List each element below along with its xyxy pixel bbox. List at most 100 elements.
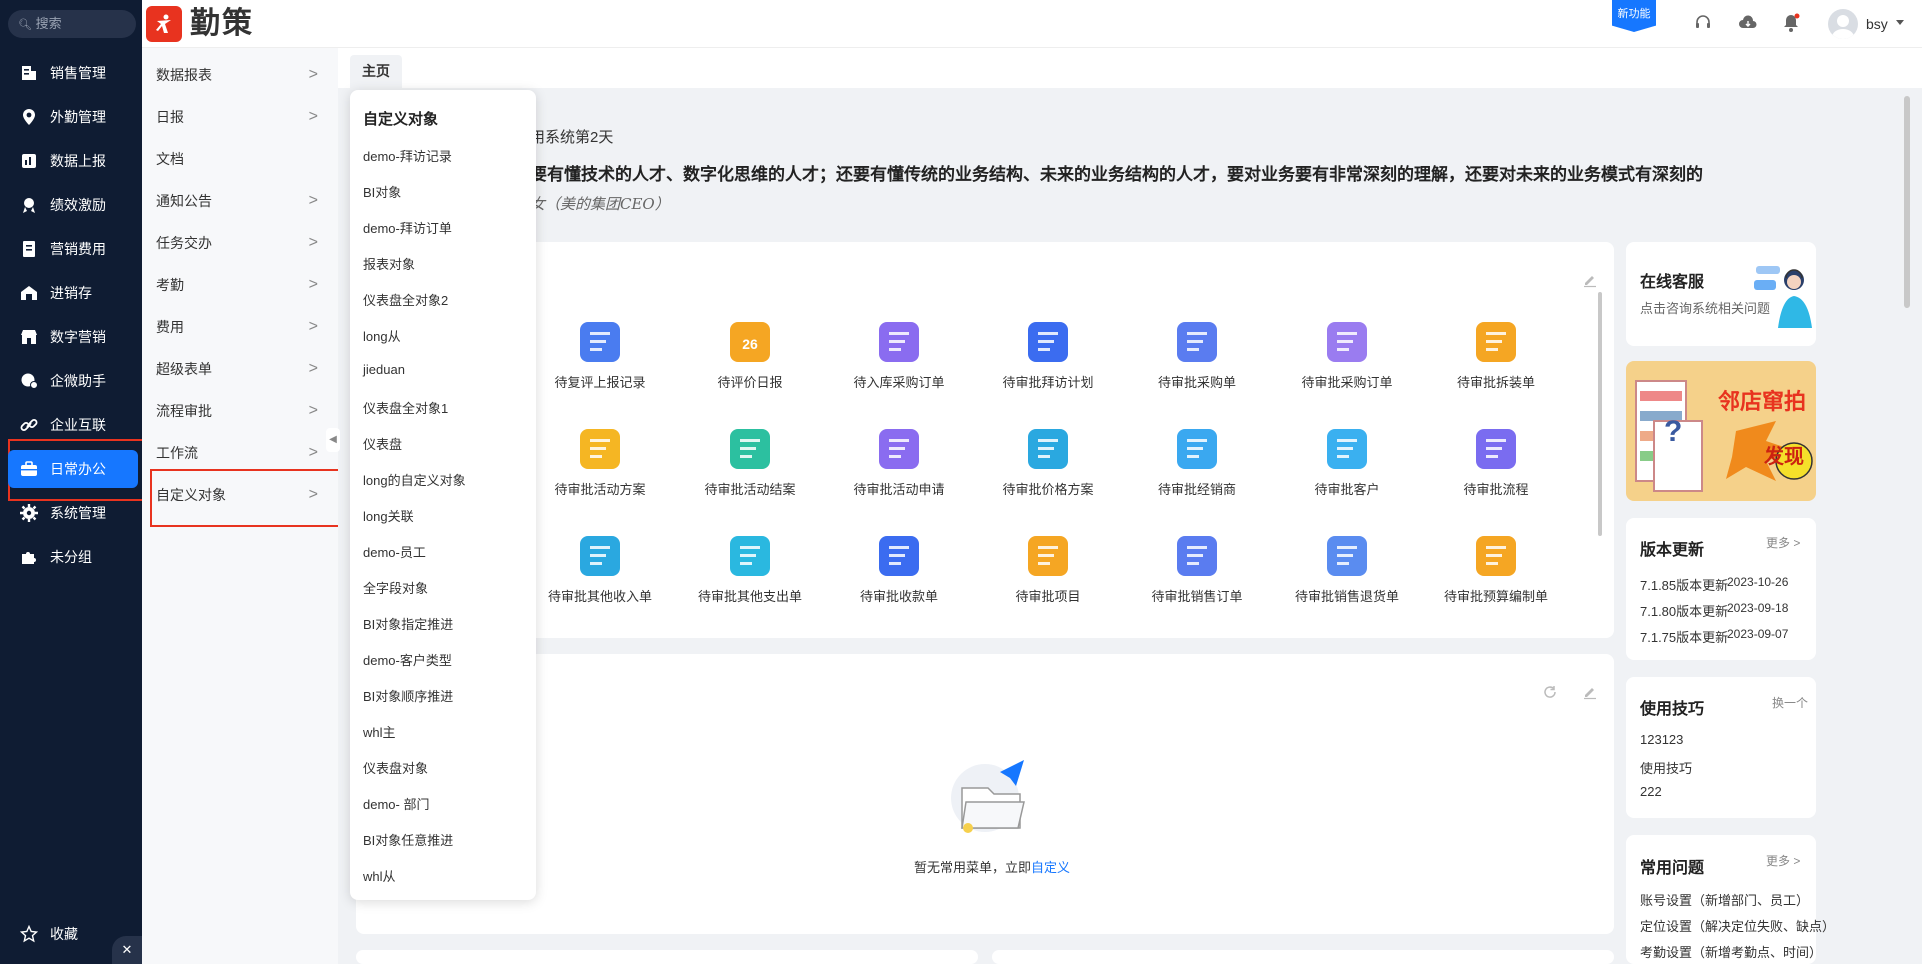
submenu-item-7[interactable]: 费用 > [142, 306, 338, 348]
dropdown-item[interactable]: demo-客户类型 [363, 650, 452, 669]
todo-tile[interactable]: 待复评上报记录 [525, 322, 675, 391]
submenu-item-6[interactable]: 考勤 > [142, 264, 338, 306]
todo-tile[interactable]: 待审批销售退货单 [1272, 536, 1422, 605]
sidebar-item-2[interactable]: 外勤管理 [8, 98, 138, 136]
submenu-item-5[interactable]: 任务交办 > [142, 222, 338, 264]
page-scrollbar[interactable] [1904, 96, 1910, 308]
dropdown-item[interactable]: whl从 [363, 866, 396, 885]
submenu-item-4[interactable]: 通知公告 > [142, 180, 338, 222]
todo-tile[interactable]: 待审批活动申请 [824, 429, 974, 498]
dropdown-item[interactable]: BI对象 [363, 182, 401, 201]
cloud-download-icon[interactable] [1738, 14, 1758, 35]
sidebar-item-4[interactable]: 绩效激励 [8, 186, 138, 224]
todo-scrollbar[interactable] [1598, 292, 1602, 536]
tip-item[interactable]: 123123 [1640, 732, 1683, 747]
update-item[interactable]: 7.1.75版本更新 [1640, 627, 1728, 646]
todo-tile[interactable]: 待审批采购单 [1122, 322, 1272, 391]
dropdown-item[interactable]: whl主 [363, 722, 396, 741]
todo-tile[interactable]: 待审批经销商 [1122, 429, 1272, 498]
dropdown-item[interactable]: 仪表盘 [363, 434, 402, 453]
submenu-item-1[interactable]: 数据报表 > [142, 54, 338, 96]
collapse-arrow-icon[interactable]: ◀ [326, 428, 340, 452]
edit-icon[interactable] [1582, 272, 1598, 291]
todo-tile[interactable]: 待审批拆装单 [1421, 322, 1571, 391]
dropdown-item[interactable]: 仪表盘对象 [363, 758, 428, 777]
todo-document-icon [1177, 536, 1217, 576]
todo-tile[interactable]: 待审批其他收入单 [525, 536, 675, 605]
avatar[interactable] [1828, 9, 1858, 39]
dropdown-item[interactable]: demo-拜访记录 [363, 146, 452, 165]
todo-tile[interactable]: 待审批预算编制单 [1421, 536, 1571, 605]
updates-more-link[interactable]: 更多 > [1766, 534, 1800, 551]
dropdown-item[interactable]: BI对象指定推进 [363, 614, 453, 633]
submenu-item-3[interactable]: 文档 [142, 138, 338, 180]
tip-item[interactable]: 222 [1640, 784, 1662, 799]
search-input[interactable]: 🔍︎ 搜索 [8, 10, 136, 38]
dropdown-item[interactable]: 全字段对象 [363, 578, 428, 597]
sidebar-item-8[interactable]: 企微助手 [8, 362, 138, 400]
customize-link[interactable]: 自定义 [1031, 860, 1070, 875]
dropdown-item[interactable]: demo- 部门 [363, 794, 429, 813]
update-item[interactable]: 7.1.80版本更新 [1640, 601, 1728, 620]
refresh-icon[interactable] [1542, 684, 1558, 703]
headset-icon[interactable] [1694, 14, 1712, 35]
dropdown-item[interactable]: demo-员工 [363, 542, 426, 561]
todo-tile[interactable]: 待审批流程 [1421, 429, 1571, 498]
faq-item[interactable]: 考勤设置（新增考勤点、时间） [1640, 942, 1822, 961]
sidebar-item-9[interactable]: 企业互联 [8, 406, 138, 444]
tip-item[interactable]: 使用技巧 [1640, 758, 1692, 777]
sidebar-item-3[interactable]: 数据上报 [8, 142, 138, 180]
todo-tile[interactable]: 待审批其他支出单 [675, 536, 825, 605]
todo-tile[interactable]: 待入库采购订单 [824, 322, 974, 391]
submenu-item-8[interactable]: 超级表单 > [142, 348, 338, 390]
update-item[interactable]: 7.1.85版本更新 [1640, 575, 1728, 594]
todo-tile[interactable]: 待审批活动方案 [525, 429, 675, 498]
sidebar-item-11[interactable]: 系统管理 [8, 494, 138, 532]
dropdown-item[interactable]: long的自定义对象 [363, 470, 466, 489]
edit-icon-common[interactable] [1582, 684, 1598, 703]
todo-tile[interactable]: 待审批活动结案 [675, 429, 825, 498]
todo-tile[interactable]: 待审批采购订单 [1272, 322, 1422, 391]
faq-more-link[interactable]: 更多 > [1766, 852, 1800, 869]
submenu-item-9[interactable]: 流程审批 > [142, 390, 338, 432]
tab-home[interactable]: 主页 [350, 55, 402, 88]
sidebar-item-12[interactable]: 未分组 [8, 538, 138, 576]
todo-tile[interactable]: 26 待评价日报 [675, 322, 825, 391]
dropdown-item[interactable]: demo-拜访订单 [363, 218, 452, 237]
chevron-right-icon: > [308, 108, 318, 125]
todo-tile[interactable]: 待审批项目 [973, 536, 1123, 605]
pin-icon[interactable]: ✕ [112, 936, 142, 964]
faq-item[interactable]: 账号设置（新增部门、员工） [1640, 890, 1809, 909]
todo-tile[interactable]: 待审批销售订单 [1122, 536, 1272, 605]
faq-item[interactable]: 定位设置（解决定位失败、缺点） [1640, 916, 1835, 935]
dropdown-item[interactable]: BI对象顺序推进 [363, 686, 453, 705]
dropdown-item[interactable]: 仪表盘全对象1 [363, 398, 448, 417]
sidebar-item-10[interactable]: 日常办公 [8, 450, 138, 488]
todo-tile[interactable]: 待审批价格方案 [973, 429, 1123, 498]
sidebar-item-1[interactable]: 销售管理 [8, 54, 138, 92]
todo-tile[interactable]: 待审批拜访计划 [973, 322, 1123, 391]
submenu-item-2[interactable]: 日报 > [142, 96, 338, 138]
todo-label: 待审批销售订单 [1151, 589, 1243, 604]
bell-icon[interactable] [1782, 13, 1800, 36]
tips-change-link[interactable]: 换一个 [1772, 694, 1808, 711]
user-name[interactable]: bsy [1866, 16, 1888, 32]
dropdown-item[interactable]: jieduan [363, 362, 405, 377]
dropdown-item[interactable]: long从 [363, 326, 401, 345]
dropdown-item[interactable]: 仪表盘全对象2 [363, 290, 448, 309]
sidebar-item-7[interactable]: 数字营销 [8, 318, 138, 356]
sidebar-item-6[interactable]: 进销存 [8, 274, 138, 312]
sidebar-item-5[interactable]: 营销费用 [8, 230, 138, 268]
caret-down-icon[interactable] [1896, 20, 1904, 25]
new-feature-badge[interactable]: 新功能 [1612, 0, 1656, 32]
todo-tile[interactable]: 待审批收款单 [824, 536, 974, 605]
dropdown-item[interactable]: BI对象任意推进 [363, 830, 453, 849]
todo-tile[interactable]: 待审批客户 [1272, 429, 1422, 498]
brand-logo[interactable] [146, 6, 182, 42]
sidebar-item-label: 外勤管理 [50, 109, 106, 125]
gear-icon [18, 502, 40, 524]
dropdown-item[interactable]: long关联 [363, 506, 414, 525]
dropdown-item[interactable]: 报表对象 [363, 254, 415, 273]
submenu-item-10[interactable]: 工作流 > [142, 432, 338, 474]
promo-banner[interactable]: ? [1626, 361, 1816, 501]
